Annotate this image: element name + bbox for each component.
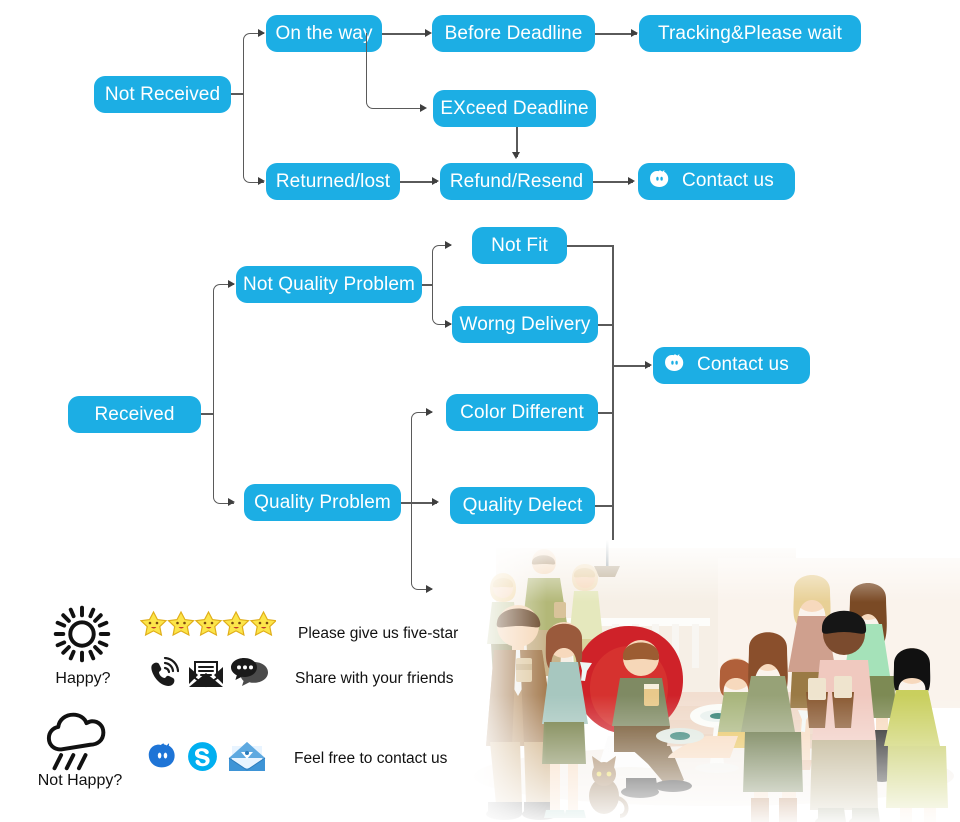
people-at-party-illustration — [468, 540, 960, 822]
connector-qp-stub — [401, 502, 411, 504]
node-label: Color Different — [460, 402, 584, 423]
skype-icon[interactable] — [186, 740, 219, 773]
node-refund-resend[interactable]: Refund/Resend — [440, 163, 593, 200]
sun-icon — [52, 604, 112, 664]
arrow-to-quality-delect — [432, 498, 439, 506]
trademanager-icon — [663, 351, 688, 380]
arrow-to-exceed-deadline — [420, 103, 427, 112]
arrow-to-damage — [426, 584, 433, 593]
node-label: Tracking&Please wait — [658, 23, 842, 44]
node-not-received[interactable]: Not Received — [94, 76, 231, 113]
promo-line-share: Share with your friends — [295, 670, 454, 687]
node-exceed-deadline[interactable]: EXceed Deadline — [433, 90, 596, 127]
collector-stub-color — [598, 412, 613, 414]
not-happy-label: Not Happy? — [37, 772, 123, 789]
node-label: Not Received — [104, 84, 221, 105]
arrow-to-refund-resend — [432, 177, 439, 185]
node-not-fit[interactable]: Not Fit — [472, 227, 567, 264]
node-returned-lost[interactable]: Returned/lost — [266, 163, 400, 200]
arrow-to-not-fit — [445, 240, 452, 249]
node-quality-problem[interactable]: Quality Problem — [244, 484, 401, 521]
promo-line-five-star: Please give us five-star — [298, 625, 459, 642]
trademanager-icon — [648, 167, 673, 196]
node-contact-us-bottom[interactable]: Contact us — [653, 347, 810, 384]
connector-elbow-down — [243, 93, 264, 183]
connector-received-stub — [201, 413, 213, 415]
node-label: Not Fit — [491, 235, 548, 256]
connector-elbow-color — [411, 412, 432, 504]
node-label: Worng Delivery — [459, 314, 591, 335]
node-quality-delect[interactable]: Quality Delect — [450, 487, 595, 524]
star-rating[interactable] — [139, 610, 277, 644]
star-icon — [139, 610, 168, 637]
envelope-mail-icon[interactable] — [188, 659, 224, 689]
arrow-to-quality-problem — [228, 498, 235, 506]
happy-label: Happy? — [55, 670, 111, 687]
connector-elbow-up — [243, 33, 264, 95]
chat-bubbles-icon[interactable] — [231, 658, 269, 690]
node-label: Refund/Resend — [449, 171, 584, 192]
node-label: Quality Delect — [462, 495, 583, 516]
node-label: Contact us — [697, 354, 789, 375]
flowchart-canvas: Not Received On the way Before Deadline … — [0, 0, 960, 822]
connector-elbow-notfit — [432, 245, 451, 286]
arrow-to-on-the-way — [258, 28, 265, 37]
arrow-to-contact-us-2 — [645, 361, 652, 369]
node-contact-us-top[interactable]: Contact us — [638, 163, 795, 200]
node-label: Not Quality Problem — [243, 274, 415, 295]
node-on-the-way[interactable]: On the way — [266, 15, 382, 52]
trademanager-icon[interactable] — [147, 740, 180, 773]
connector-elbow-up-nqp — [213, 284, 234, 415]
arrow-to-refund-resend-vertical — [512, 152, 520, 159]
node-label: On the way — [275, 23, 373, 44]
node-worng-delivery[interactable]: Worng Delivery — [452, 306, 598, 343]
arrow-to-worng-delivery — [445, 319, 452, 328]
node-label: Contact us — [682, 170, 774, 191]
arrow-to-contact-us-1 — [628, 177, 635, 185]
connector-elbow-damage — [411, 502, 432, 590]
connector-refund-contact — [593, 181, 633, 183]
arrow-to-before-deadline — [425, 28, 432, 37]
node-label: Quality Problem — [254, 492, 391, 513]
node-color-different[interactable]: Color Different — [446, 394, 598, 431]
node-received[interactable]: Received — [68, 396, 201, 433]
node-label: Returned/lost — [275, 171, 391, 192]
node-label: EXceed Deadline — [440, 98, 589, 119]
phone-ring-icon[interactable] — [145, 656, 180, 691]
node-label: Before Deadline — [444, 23, 583, 44]
connector-nqp-stub — [422, 284, 432, 286]
email-envelope-icon[interactable] — [228, 740, 266, 773]
node-before-deadline[interactable]: Before Deadline — [432, 15, 595, 52]
arrow-to-color-different — [426, 407, 433, 416]
node-not-quality-problem[interactable]: Not Quality Problem — [236, 266, 422, 303]
rain-cloud-icon — [42, 710, 114, 772]
connector-root-stub — [231, 93, 243, 95]
collector-stub-delect — [595, 505, 613, 507]
connector-elbow-down-qp — [213, 413, 234, 504]
arrow-to-returned-lost — [258, 177, 265, 185]
node-label: Received — [94, 404, 175, 425]
arrow-to-tracking — [631, 28, 638, 37]
connector-ontheway-exceed — [366, 33, 425, 109]
arrow-to-not-quality-problem — [228, 279, 235, 288]
collector-stub-worng — [598, 324, 613, 326]
collector-stub-not-fit — [567, 245, 613, 247]
node-tracking-please-wait[interactable]: Tracking&Please wait — [639, 15, 861, 52]
promo-line-contact: Feel free to contact us — [294, 750, 448, 767]
